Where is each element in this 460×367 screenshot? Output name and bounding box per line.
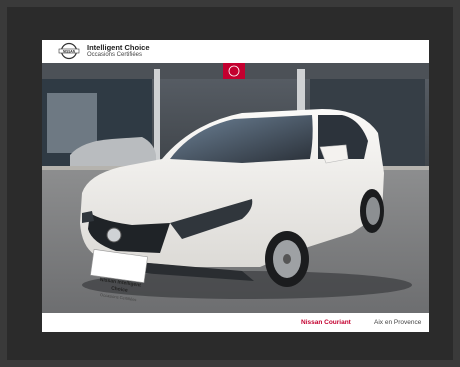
header-bar: NISSAN Intelligent Choice Occasions Cert… — [42, 40, 429, 63]
nissan-sign — [223, 63, 245, 79]
svg-text:NISSAN: NISSAN — [63, 49, 76, 53]
car-photo — [42, 63, 429, 313]
dealer-city: Aix en Provence — [374, 319, 422, 326]
footer-bar: Nissan Couriant Aix en Provence — [42, 313, 429, 332]
nissan-emblem — [106, 227, 122, 243]
dealer-name: Nissan Couriant — [301, 319, 351, 326]
brand-title: Intelligent Choice — [87, 43, 150, 52]
brand-subtitle: Occasions Certifiées — [87, 52, 143, 58]
nissan-logo: NISSAN — [58, 42, 80, 60]
rear-wheel — [360, 189, 384, 233]
front-wheel — [265, 231, 309, 287]
listing-card: NISSAN Intelligent Choice Occasions Cert… — [42, 40, 429, 332]
